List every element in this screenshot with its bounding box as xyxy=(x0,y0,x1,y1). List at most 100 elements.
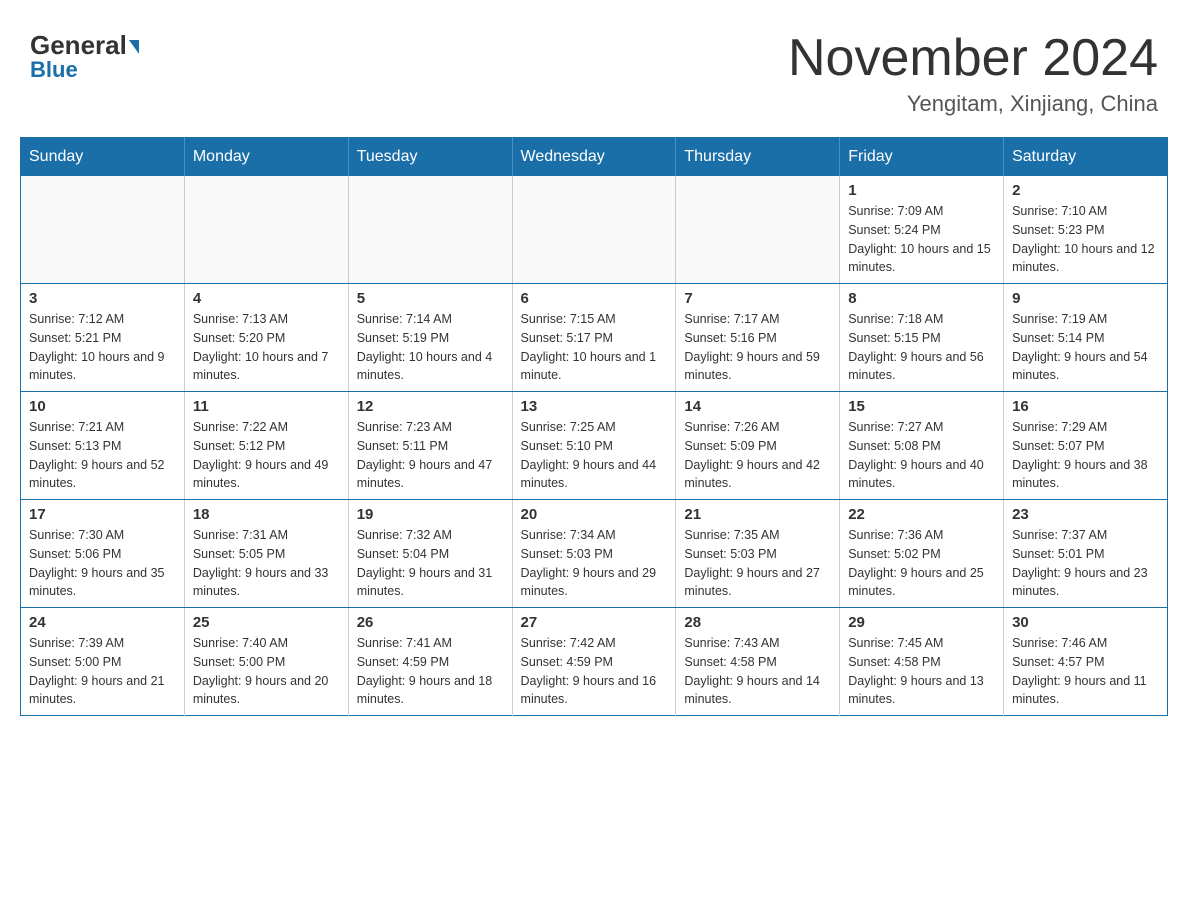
calendar-cell: 12 Sunrise: 7:23 AMSunset: 5:11 PMDayligh… xyxy=(348,392,512,500)
day-info: Sunrise: 7:10 AMSunset: 5:23 PMDaylight:… xyxy=(1012,202,1159,277)
day-info: Sunrise: 7:37 AMSunset: 5:01 PMDaylight:… xyxy=(1012,526,1159,601)
day-info: Sunrise: 7:15 AMSunset: 5:17 PMDaylight:… xyxy=(521,310,668,385)
calendar-cell xyxy=(21,176,185,284)
calendar-cell: 20 Sunrise: 7:34 AMSunset: 5:03 PMDayligh… xyxy=(512,500,676,608)
location-title: Yengitam, Xinjiang, China xyxy=(788,91,1158,117)
calendar-cell: 14 Sunrise: 7:26 AMSunset: 5:09 PMDayligh… xyxy=(676,392,840,500)
day-number: 18 xyxy=(193,506,340,523)
calendar-week-row: 17Sunrise: 7:30 AMSunset: 5:06 PMDayligh… xyxy=(21,500,1168,608)
calendar-cell: 30 Sunrise: 7:46 AMSunset: 4:57 PMDayligh… xyxy=(1004,608,1168,716)
calendar-cell: 24 Sunrise: 7:39 AMSunset: 5:00 PMDayligh… xyxy=(21,608,185,716)
calendar-cell: 19Sunrise: 7:32 AMSunset: 5:04 PMDayligh… xyxy=(348,500,512,608)
calendar-week-row: 24 Sunrise: 7:39 AMSunset: 5:00 PMDayligh… xyxy=(21,608,1168,716)
calendar-cell: 4 Sunrise: 7:13 AMSunset: 5:20 PMDaylight… xyxy=(184,284,348,392)
calendar-cell xyxy=(184,176,348,284)
day-info: Sunrise: 7:43 AMSunset: 4:58 PMDaylight:… xyxy=(684,634,831,709)
day-number: 29 xyxy=(848,614,995,631)
weekday-header-wednesday: Wednesday xyxy=(512,138,676,177)
day-number: 12 xyxy=(357,398,504,415)
weekday-header-saturday: Saturday xyxy=(1004,138,1168,177)
day-info: Sunrise: 7:34 AMSunset: 5:03 PMDaylight:… xyxy=(521,526,668,601)
day-info: Sunrise: 7:26 AMSunset: 5:09 PMDaylight:… xyxy=(684,418,831,493)
day-info: Sunrise: 7:36 AMSunset: 5:02 PMDaylight:… xyxy=(848,526,995,601)
day-number: 4 xyxy=(193,290,340,307)
day-number: 27 xyxy=(521,614,668,631)
day-info: Sunrise: 7:40 AMSunset: 5:00 PMDaylight:… xyxy=(193,634,340,709)
weekday-header-sunday: Sunday xyxy=(21,138,185,177)
calendar-cell: 16Sunrise: 7:29 AMSunset: 5:07 PMDayligh… xyxy=(1004,392,1168,500)
day-number: 9 xyxy=(1012,290,1159,307)
day-number: 11 xyxy=(193,398,340,415)
day-number: 28 xyxy=(684,614,831,631)
day-number: 24 xyxy=(29,614,176,631)
calendar-cell: 29 Sunrise: 7:45 AMSunset: 4:58 PMDayligh… xyxy=(840,608,1004,716)
day-number: 14 xyxy=(684,398,831,415)
day-info: Sunrise: 7:35 AMSunset: 5:03 PMDaylight:… xyxy=(684,526,831,601)
day-number: 10 xyxy=(29,398,176,415)
day-info: Sunrise: 7:14 AMSunset: 5:19 PMDaylight:… xyxy=(357,310,504,385)
day-info: Sunrise: 7:12 AMSunset: 5:21 PMDaylight:… xyxy=(29,310,176,385)
calendar-cell: 7Sunrise: 7:17 AMSunset: 5:16 PMDaylight… xyxy=(676,284,840,392)
calendar-cell: 18 Sunrise: 7:31 AMSunset: 5:05 PMDayligh… xyxy=(184,500,348,608)
calendar-cell: 17Sunrise: 7:30 AMSunset: 5:06 PMDayligh… xyxy=(21,500,185,608)
day-info: Sunrise: 7:21 AMSunset: 5:13 PMDaylight:… xyxy=(29,418,176,493)
day-number: 23 xyxy=(1012,506,1159,523)
logo-triangle-icon xyxy=(129,40,139,54)
day-number: 26 xyxy=(357,614,504,631)
day-info: Sunrise: 7:13 AMSunset: 5:20 PMDaylight:… xyxy=(193,310,340,385)
calendar-week-row: 1 Sunrise: 7:09 AMSunset: 5:24 PMDaylight… xyxy=(21,176,1168,284)
day-number: 16 xyxy=(1012,398,1159,415)
calendar-week-row: 3Sunrise: 7:12 AMSunset: 5:21 PMDaylight… xyxy=(21,284,1168,392)
calendar-cell: 25 Sunrise: 7:40 AMSunset: 5:00 PMDayligh… xyxy=(184,608,348,716)
weekday-header-tuesday: Tuesday xyxy=(348,138,512,177)
calendar-table: SundayMondayTuesdayWednesdayThursdayFrid… xyxy=(20,137,1168,716)
calendar-cell: 6Sunrise: 7:15 AMSunset: 5:17 PMDaylight… xyxy=(512,284,676,392)
day-number: 13 xyxy=(521,398,668,415)
day-info: Sunrise: 7:30 AMSunset: 5:06 PMDaylight:… xyxy=(29,526,176,601)
day-number: 22 xyxy=(848,506,995,523)
day-info: Sunrise: 7:09 AMSunset: 5:24 PMDaylight:… xyxy=(848,202,995,277)
day-info: Sunrise: 7:17 AMSunset: 5:16 PMDaylight:… xyxy=(684,310,831,385)
weekday-header-monday: Monday xyxy=(184,138,348,177)
day-info: Sunrise: 7:42 AMSunset: 4:59 PMDaylight:… xyxy=(521,634,668,709)
calendar-cell xyxy=(512,176,676,284)
day-info: Sunrise: 7:23 AMSunset: 5:11 PMDaylight:… xyxy=(357,418,504,493)
logo-blue-text: Blue xyxy=(30,57,78,83)
calendar-cell: 27 Sunrise: 7:42 AMSunset: 4:59 PMDayligh… xyxy=(512,608,676,716)
calendar-cell: 26 Sunrise: 7:41 AMSunset: 4:59 PMDayligh… xyxy=(348,608,512,716)
day-info: Sunrise: 7:27 AMSunset: 5:08 PMDaylight:… xyxy=(848,418,995,493)
calendar-cell: 1 Sunrise: 7:09 AMSunset: 5:24 PMDaylight… xyxy=(840,176,1004,284)
calendar-cell: 15 Sunrise: 7:27 AMSunset: 5:08 PMDayligh… xyxy=(840,392,1004,500)
logo: General Blue xyxy=(30,30,139,83)
day-info: Sunrise: 7:25 AMSunset: 5:10 PMDaylight:… xyxy=(521,418,668,493)
day-number: 1 xyxy=(848,182,995,199)
month-title: November 2024 xyxy=(788,30,1158,87)
calendar-cell: 22 Sunrise: 7:36 AMSunset: 5:02 PMDayligh… xyxy=(840,500,1004,608)
day-info: Sunrise: 7:19 AMSunset: 5:14 PMDaylight:… xyxy=(1012,310,1159,385)
day-info: Sunrise: 7:41 AMSunset: 4:59 PMDaylight:… xyxy=(357,634,504,709)
title-area: November 2024 Yengitam, Xinjiang, China xyxy=(788,30,1158,117)
calendar-cell: 3Sunrise: 7:12 AMSunset: 5:21 PMDaylight… xyxy=(21,284,185,392)
day-info: Sunrise: 7:22 AMSunset: 5:12 PMDaylight:… xyxy=(193,418,340,493)
day-info: Sunrise: 7:31 AMSunset: 5:05 PMDaylight:… xyxy=(193,526,340,601)
weekday-header-friday: Friday xyxy=(840,138,1004,177)
day-number: 25 xyxy=(193,614,340,631)
day-number: 30 xyxy=(1012,614,1159,631)
calendar-cell: 9 Sunrise: 7:19 AMSunset: 5:14 PMDaylight… xyxy=(1004,284,1168,392)
calendar-cell: 8Sunrise: 7:18 AMSunset: 5:15 PMDaylight… xyxy=(840,284,1004,392)
calendar-week-row: 10 Sunrise: 7:21 AMSunset: 5:13 PMDayligh… xyxy=(21,392,1168,500)
calendar-cell: 11 Sunrise: 7:22 AMSunset: 5:12 PMDayligh… xyxy=(184,392,348,500)
day-number: 20 xyxy=(521,506,668,523)
day-info: Sunrise: 7:32 AMSunset: 5:04 PMDaylight:… xyxy=(357,526,504,601)
weekday-header-thursday: Thursday xyxy=(676,138,840,177)
day-number: 21 xyxy=(684,506,831,523)
calendar-cell xyxy=(676,176,840,284)
calendar-cell: 13 Sunrise: 7:25 AMSunset: 5:10 PMDayligh… xyxy=(512,392,676,500)
day-number: 15 xyxy=(848,398,995,415)
day-number: 5 xyxy=(357,290,504,307)
calendar-cell: 28 Sunrise: 7:43 AMSunset: 4:58 PMDayligh… xyxy=(676,608,840,716)
day-number: 2 xyxy=(1012,182,1159,199)
day-info: Sunrise: 7:39 AMSunset: 5:00 PMDaylight:… xyxy=(29,634,176,709)
day-info: Sunrise: 7:46 AMSunset: 4:57 PMDaylight:… xyxy=(1012,634,1159,709)
day-info: Sunrise: 7:45 AMSunset: 4:58 PMDaylight:… xyxy=(848,634,995,709)
